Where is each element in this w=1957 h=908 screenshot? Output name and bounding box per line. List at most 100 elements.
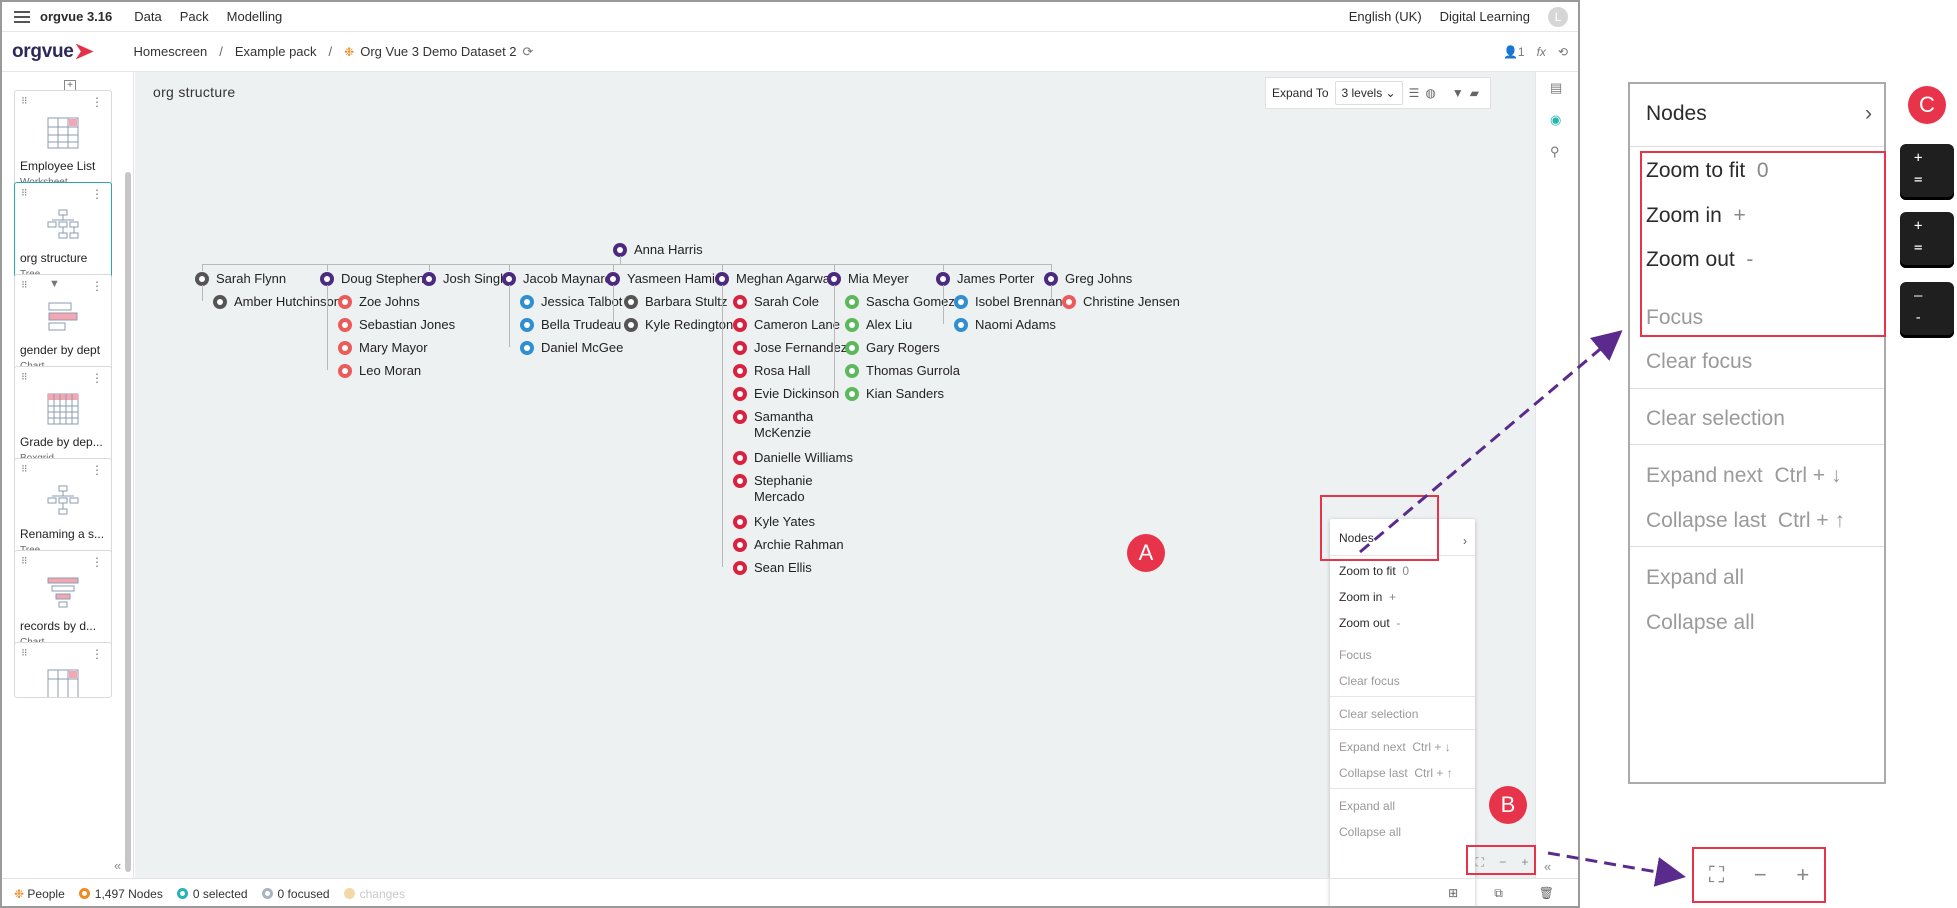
menu-item-zoom-out[interactable]: Zoom out - <box>1339 616 1400 630</box>
expand-levels-select[interactable]: 3 levels ⌄ <box>1334 81 1403 105</box>
node-dot-icon[interactable] <box>733 514 747 529</box>
node-dot-icon[interactable] <box>624 294 638 309</box>
status-changes[interactable]: changes <box>343 887 405 901</box>
node-dot-icon[interactable] <box>1044 271 1058 286</box>
zoomed-menu-item-expand-next[interactable]: Expand next Ctrl + ↓ <box>1646 464 1842 488</box>
tree-node[interactable]: Zoe Johns <box>338 294 420 309</box>
breadcrumb-pack[interactable]: Example pack <box>235 44 317 59</box>
panel-card-gender-by-dept[interactable]: ⠿ ⋮ ▼ gender by dept Chart <box>14 274 112 378</box>
node-dot-icon[interactable] <box>320 271 334 286</box>
tree-node[interactable]: Rosa Hall <box>733 363 810 378</box>
menu-data[interactable]: Data <box>134 9 161 24</box>
tree-node[interactable]: Archie Rahman <box>733 537 844 552</box>
tree-node[interactable]: Kyle Yates <box>733 514 815 529</box>
tree-node[interactable]: Jacob Maynard <box>502 271 612 286</box>
node-dot-icon[interactable] <box>845 294 859 309</box>
tree-node[interactable]: Evie Dickinson <box>733 386 839 401</box>
node-dot-icon[interactable] <box>733 474 747 488</box>
tree-node[interactable]: Sascha Gomez <box>845 294 955 309</box>
node-dot-icon[interactable] <box>338 363 352 378</box>
tree-node[interactable]: Jose Fernandez <box>733 340 847 355</box>
menu-pack[interactable]: Pack <box>180 9 209 24</box>
zoomed-menu-item-expand-all[interactable]: Expand all <box>1646 566 1744 590</box>
node-dot-icon[interactable] <box>845 317 859 332</box>
node-dot-icon[interactable] <box>338 340 352 355</box>
menu-item-zoom-to-fit[interactable]: Zoom to fit 0 <box>1339 564 1409 578</box>
users-icon[interactable]: 👤1 <box>1503 45 1525 59</box>
node-dot-icon[interactable] <box>338 294 352 309</box>
search-icon[interactable]: ⚲ <box>1550 144 1560 160</box>
drag-handle-icon[interactable]: ⠿ <box>21 280 28 291</box>
menu-item-collapse-all[interactable]: Collapse all <box>1339 825 1401 839</box>
node-dot-icon[interactable] <box>733 386 747 401</box>
node-dot-icon[interactable] <box>733 340 747 355</box>
drag-handle-icon[interactable]: ⠿ <box>21 464 28 475</box>
user-avatar[interactable]: L <box>1548 6 1568 27</box>
palette-icon[interactable]: ◍ <box>1425 86 1435 100</box>
node-dot-icon[interactable] <box>733 317 747 332</box>
kebab-menu-icon[interactable]: ⋮ <box>91 463 103 477</box>
node-dot-icon[interactable] <box>338 317 352 332</box>
workspace-name[interactable]: Digital Learning <box>1440 9 1530 24</box>
zoom-fit-icon[interactable]: ⛶ <box>1709 862 1724 888</box>
tree-node[interactable]: Kyle Redington <box>624 317 733 332</box>
menu-item-expand-all[interactable]: Expand all <box>1339 799 1395 813</box>
breadcrumb-home[interactable]: Homescreen <box>134 44 208 59</box>
menu-item-clear-selection[interactable]: Clear selection <box>1339 707 1418 721</box>
formula-icon[interactable]: fx <box>1537 45 1546 59</box>
node-dot-icon[interactable] <box>733 560 747 575</box>
panel-card-employee-list[interactable]: ⠿ ⋮ Employee List Worksheet <box>14 90 112 194</box>
node-dot-icon[interactable] <box>624 317 638 332</box>
panel-card-renaming[interactable]: ⠿ ⋮ Renaming a s... Tree <box>14 458 112 562</box>
tree-node[interactable]: Daniel McGee <box>520 340 623 355</box>
filter-icon[interactable]: ▼ <box>1452 86 1464 100</box>
node-dot-icon[interactable] <box>606 271 620 286</box>
tree-node[interactable]: Danielle Williams <box>733 450 853 465</box>
menu-item-clear-focus[interactable]: Clear focus <box>1339 674 1400 688</box>
node-dot-icon[interactable] <box>422 271 436 286</box>
drag-handle-icon[interactable]: ⠿ <box>21 556 28 567</box>
collapse-panel-list-icon[interactable]: « <box>114 858 121 873</box>
status-dataset[interactable]: ❉ People <box>14 887 65 901</box>
status-focused[interactable]: 0 focused <box>261 887 330 901</box>
tree-node[interactable]: Mia Meyer <box>827 271 909 286</box>
trash-icon[interactable]: 🗑 <box>1539 886 1554 901</box>
status-nodes[interactable]: 1,497 Nodes <box>78 887 163 901</box>
node-dot-icon[interactable] <box>502 271 516 286</box>
tree-node[interactable]: James Porter <box>936 271 1034 286</box>
tree-node[interactable]: Leo Moran <box>338 363 421 378</box>
node-dot-icon[interactable] <box>733 363 747 378</box>
properties-icon[interactable]: ▤ <box>1550 80 1562 96</box>
tree-node[interactable]: Sarah Flynn <box>195 271 286 286</box>
node-dot-icon[interactable] <box>213 294 227 309</box>
copy-icon[interactable]: ⧉ <box>1494 886 1503 901</box>
kebab-menu-icon[interactable]: ⋮ <box>91 187 103 201</box>
tree-node[interactable]: Doug Stephens <box>320 271 431 286</box>
node-dot-icon[interactable] <box>520 340 534 355</box>
zoomed-menu-item-clear-focus[interactable]: Clear focus <box>1646 350 1752 374</box>
tree-node[interactable]: Cameron Lane <box>733 317 840 332</box>
tree-node[interactable]: Anna Harris <box>613 242 703 257</box>
tree-node[interactable]: Gary Rogers <box>845 340 940 355</box>
node-dot-icon[interactable] <box>733 294 747 309</box>
panel-card-records-by-dept[interactable]: ⠿ ⋮ records by d... Chart <box>14 550 112 654</box>
tree-node[interactable]: Barbara Stultz <box>624 294 727 309</box>
comment-icon[interactable]: ▰ <box>1470 86 1479 100</box>
tree-node[interactable]: Meghan Agarwal <box>715 271 833 286</box>
node-dot-icon[interactable] <box>936 271 950 286</box>
filter-icon[interactable]: ▼ <box>49 278 60 290</box>
menu-modelling[interactable]: Modelling <box>227 9 283 24</box>
node-dot-icon[interactable] <box>845 340 859 355</box>
tree-node[interactable]: Sarah Cole <box>733 294 819 309</box>
panel-list-scrollbar[interactable] <box>125 172 131 872</box>
hamburger-menu-icon[interactable] <box>14 10 30 23</box>
node-icon[interactable]: ◉ <box>1550 112 1561 128</box>
language-selector[interactable]: English (UK) <box>1349 9 1422 24</box>
menu-item-zoom-in[interactable]: Zoom in + <box>1339 590 1396 604</box>
menu-item-collapse-last[interactable]: Collapse last Ctrl + ↑ <box>1339 766 1453 780</box>
node-dot-icon[interactable] <box>520 294 534 309</box>
collapse-right-rail-icon[interactable]: « <box>1544 859 1551 874</box>
node-dot-icon[interactable] <box>845 363 859 378</box>
kebab-menu-icon[interactable]: ⋮ <box>91 555 103 569</box>
tree-node[interactable]: Jessica Talbot <box>520 294 622 309</box>
